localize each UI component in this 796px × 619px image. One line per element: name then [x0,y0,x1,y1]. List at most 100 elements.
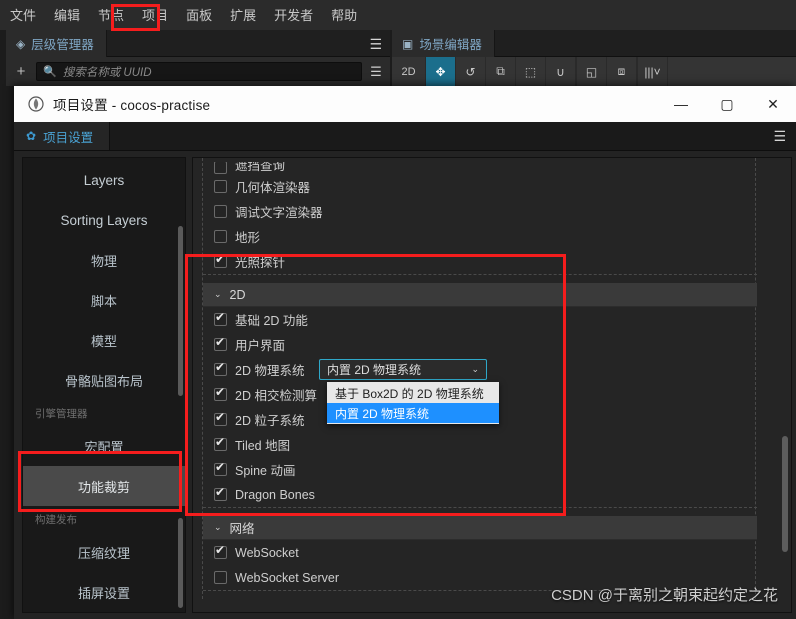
menu-item-7[interactable]: 帮助 [329,6,359,25]
settings-sidebar: Layers Sorting Layers 物理 脚本 模型 骨骼贴图布局引擎管理器宏配置… [22,157,186,613]
move-tool[interactable]: ✥ [426,57,456,86]
physics-select-value: 内置 2D 物理系统 [327,363,422,377]
feature-row[interactable]: 2D 物理系统内置 2D 物理系统⌄基于 Box2D 的 2D 物理系统内置 2… [203,357,755,424]
plus-icon[interactable]: + [12,63,30,80]
scene-toolbar: 2D ✥ ↺ ⧉ ⬚ ∪ ◱ ⧈ |||˅ [392,57,796,86]
maximize-button[interactable]: ▢ [704,86,750,122]
physics-select-option[interactable]: 基于 Box2D 的 2D 物理系统 [327,383,499,403]
checkbox[interactable] [214,571,227,584]
rect-tool[interactable]: ⬚ [516,57,546,86]
hierarchy-menu-hamburger-icon[interactable]: ☰ [369,36,382,53]
sidebar-item[interactable]: Layers [23,160,185,200]
sidebar-scrollbar-thumb[interactable] [178,226,183,396]
feature-row[interactable]: 遮挡查询 [203,162,755,174]
sidebar-item[interactable]: Sorting Layers [23,200,185,240]
list-icon[interactable]: ☰ [368,64,384,80]
checkbox[interactable] [214,180,227,193]
feature-row[interactable]: 地形 [203,224,755,249]
feature-row[interactable]: 基础 2D 功能 [203,307,755,332]
scale-tool[interactable]: ⧉ [486,57,516,86]
feature-row-label: Spine 动画 [235,464,296,478]
menu-item-2[interactable]: 节点 [96,6,126,25]
sidebar-item[interactable]: 压缩纹理 [23,532,185,572]
settings-content: 遮挡查询几何体渲染器调试文字渲染器地形光照探针 ⌄ 2D 基础 2D 功能用户界面 2D… [192,157,792,613]
feature-row-label: 调试文字渲染器 [235,206,323,220]
hierarchy-toolbar: + 🔍 搜索名称或 UUID ☰ [6,57,390,86]
checkbox[interactable] [214,411,227,426]
search-input[interactable]: 🔍 搜索名称或 UUID [36,62,362,81]
content-scrollbar-thumb[interactable] [782,436,788,552]
screen: 文件 编辑 节点 项目 面板 扩展 开发者 帮助 ◈ 层级管理器 ☰ + 🔍 搜索名称或 UU… [0,0,796,619]
hierarchy-panel-tabbar: ◈ 层级管理器 ☰ [6,30,390,57]
checkbox[interactable] [214,205,227,218]
physics-select-option-selected[interactable]: 内置 2D 物理系统 [327,403,499,423]
checkbox[interactable] [214,230,227,243]
dialog-title-text: 项目设置 - cocos-practise [53,98,211,113]
menu-item-1[interactable]: 编辑 [52,6,82,25]
chevron-down-icon: ⌄ [214,522,222,532]
menu-item-3[interactable]: 项目 [140,6,170,25]
dialog-title-bar[interactable]: 项目设置 - cocos-practise — ▢ ✕ [14,86,796,122]
tab-project-settings[interactable]: ✿ 项目设置 [14,122,111,150]
feature-row-label: 2D 相交检测算 [235,389,317,403]
section-header[interactable]: ⌄ 2D [203,283,757,307]
sidebar-item[interactable]: 宏配置 [23,426,185,466]
feature-row[interactable]: 光照探针 [203,249,755,274]
checkbox[interactable] [214,162,227,174]
sidebar-item[interactable]: 插屏设置 [23,572,185,612]
sidebar-scrollbar-thumb-lower[interactable] [178,518,183,608]
checkbox[interactable] [214,436,227,451]
checkbox[interactable] [214,311,227,326]
checkbox[interactable] [214,386,227,401]
feature-row-label: 基础 2D 功能 [235,314,308,328]
section-header-label: 网络 [229,522,255,536]
menu-item-4[interactable]: 面板 [184,6,214,25]
feature-row-label: 遮挡查询 [235,162,286,173]
scene-panel-tabbar: ▣ 场景编辑器 [392,30,796,57]
feature-row[interactable]: Tiled 地图 [203,432,755,457]
sidebar-item[interactable]: 脚本 [23,280,185,320]
content-scrollbar-track[interactable] [781,158,790,612]
coordinate-tool[interactable]: ⧈ [607,57,637,86]
dialog-menu-hamburger-icon[interactable]: ☰ [773,122,786,151]
divider [203,507,757,516]
menu-item-0[interactable]: 文件 [8,6,38,25]
checkbox[interactable] [214,486,227,501]
menu-item-5[interactable]: 扩展 [228,6,258,25]
gear-icon: ✿ [26,129,37,143]
checkbox[interactable] [214,361,227,376]
sidebar-item[interactable]: 骨骼贴图布局 [23,360,185,400]
project-settings-dialog: 项目设置 - cocos-practise — ▢ ✕ ✿ 项目设置 ☰ Lay… [14,86,796,619]
sidebar-group-label: 引擎管理器 [35,407,88,420]
feature-row[interactable]: 用户界面 [203,332,755,357]
feature-row[interactable]: 几何体渲染器 [203,174,755,199]
dialog-tab-bar: ✿ 项目设置 ☰ [14,122,796,151]
tab-scene-editor[interactable]: ▣ 场景编辑器 [392,30,495,57]
physics-select[interactable]: 内置 2D 物理系统 ⌄ [319,359,487,380]
sidebar-item[interactable]: 物理 [23,240,185,280]
checkbox[interactable] [214,461,227,476]
feature-row-label: 用户界面 [235,339,286,353]
section-header[interactable]: ⌄ 网络 [203,516,757,540]
rotate-tool[interactable]: ↺ [456,57,486,86]
close-button[interactable]: ✕ [750,86,796,122]
2d-toggle[interactable]: 2D [392,57,426,86]
feature-row[interactable]: 调试文字渲染器 [203,199,755,224]
sidebar-item[interactable]: 功能裁剪 [23,466,185,506]
pivot-tool[interactable]: ◱ [577,57,607,86]
menu-item-6[interactable]: 开发者 [272,6,315,25]
feature-row-label: 几何体渲染器 [235,181,311,195]
checkbox[interactable] [214,253,227,268]
layers-icon: ◈ [16,36,26,51]
tab-hierarchy[interactable]: ◈ 层级管理器 [6,30,107,57]
sidebar-group-label: 构建发布 [35,513,77,526]
sidebar-item[interactable]: 模型 [23,320,185,360]
feature-row[interactable]: Dragon Bones [203,482,755,507]
checkbox[interactable] [214,544,227,559]
gizmo-dropdown[interactable]: |||˅ [638,57,668,86]
feature-row[interactable]: Spine 动画 [203,457,755,482]
feature-row[interactable]: WebSocket [203,540,755,565]
checkbox[interactable] [214,336,227,351]
minimize-button[interactable]: — [658,86,704,122]
magnet-tool[interactable]: ∪ [546,57,576,86]
